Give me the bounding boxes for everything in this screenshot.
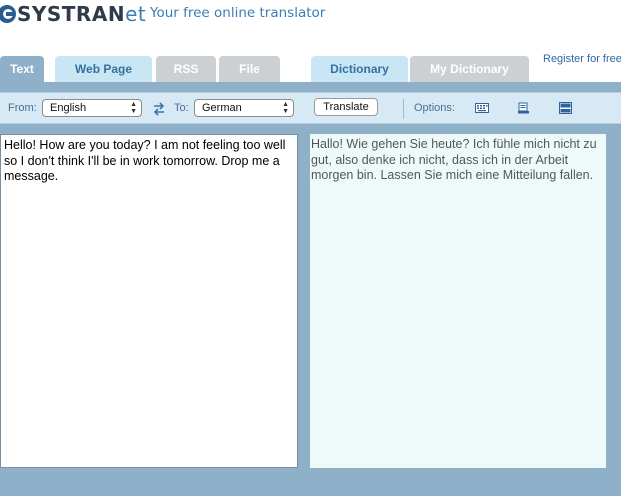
layout-icon[interactable]: [559, 102, 573, 114]
options-label: Options:: [414, 102, 455, 114]
select-arrows-icon: ▲ ▼: [130, 101, 137, 115]
logo-wordmark: SYSTRANet: [17, 2, 146, 26]
site-header: SYSTRANet Your free online translator: [0, 0, 621, 52]
translate-button[interactable]: Translate: [314, 98, 378, 116]
translator-panel: From: English ▲ ▼ To: German ▲ ▼ Translate…: [0, 82, 621, 496]
target-language-select[interactable]: German ▲ ▼: [194, 99, 294, 117]
translation-output: Hallo! Wie gehen Sie heute? Ich fühle mi…: [310, 134, 606, 468]
site-tagline: Your free online translator: [150, 5, 326, 21]
swap-languages-icon[interactable]: [152, 102, 166, 116]
logo-main-text: SYSTRAN: [17, 2, 126, 26]
tab-web-page[interactable]: Web Page: [55, 56, 152, 82]
systranet-logo[interactable]: SYSTRANet: [0, 2, 146, 26]
source-text-input[interactable]: Hello! How are you today? I am not feeli…: [0, 134, 298, 468]
systran-logo-icon: [0, 5, 16, 23]
tab-bar: Text Web Page RSS File Dictionary My Dic…: [0, 56, 621, 82]
target-language-value: German: [202, 102, 242, 114]
translation-toolbar: From: English ▲ ▼ To: German ▲ ▼ Translate…: [0, 92, 621, 124]
select-arrows-icon: ▲ ▼: [282, 101, 289, 115]
source-language-value: English: [50, 102, 87, 114]
keyboard-icon[interactable]: [475, 102, 489, 114]
tab-file[interactable]: File: [219, 56, 280, 82]
tab-dictionary[interactable]: Dictionary: [311, 56, 408, 82]
source-language-select[interactable]: English ▲ ▼: [42, 99, 142, 117]
to-label: To:: [174, 102, 189, 114]
logo-suffix-text: et: [125, 2, 147, 26]
tab-rss[interactable]: RSS: [156, 56, 216, 82]
tab-text[interactable]: Text: [0, 56, 44, 82]
from-label: From:: [8, 102, 37, 114]
print-icon[interactable]: [517, 102, 531, 114]
tab-my-dictionary[interactable]: My Dictionary: [410, 56, 529, 82]
toolbar-divider: [403, 99, 404, 119]
